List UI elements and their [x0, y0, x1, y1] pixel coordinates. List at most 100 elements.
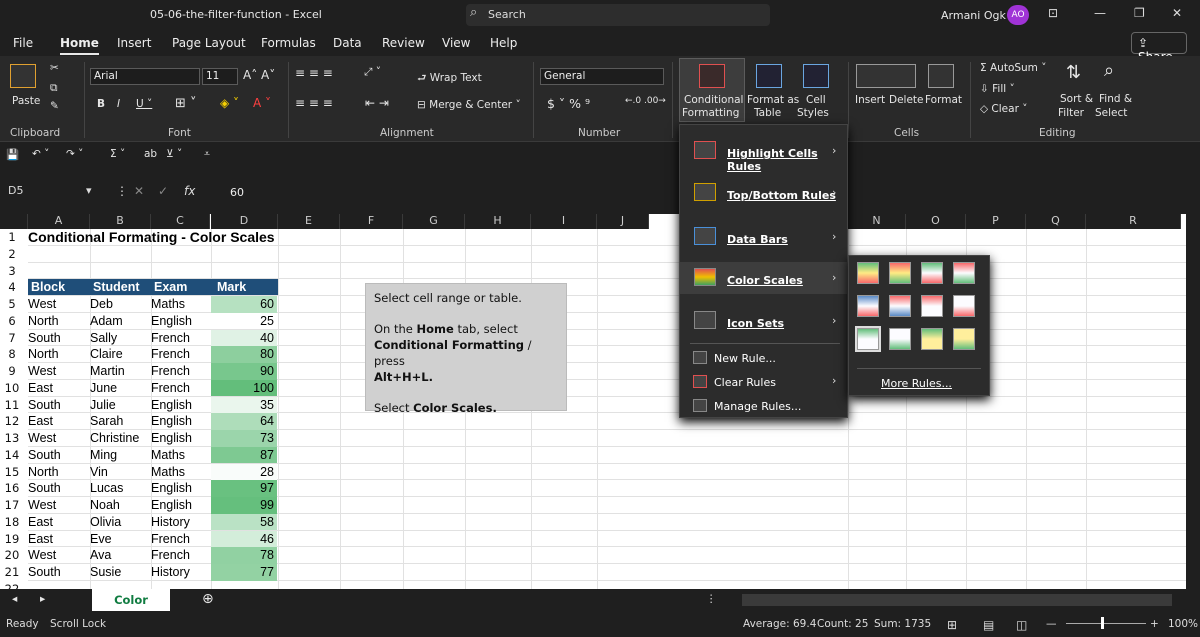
- student-cell[interactable]: Martin: [90, 363, 125, 380]
- student-cell[interactable]: Lucas: [90, 480, 123, 497]
- mark-cell[interactable]: 80: [211, 346, 277, 363]
- zoom-slider[interactable]: [1066, 623, 1146, 624]
- exam-cell[interactable]: Maths: [151, 464, 185, 481]
- tab-view[interactable]: View: [442, 36, 470, 50]
- formula-input[interactable]: 60: [230, 186, 244, 199]
- format-as-table-label-2[interactable]: Table: [754, 107, 781, 119]
- row-header[interactable]: 12: [0, 413, 24, 430]
- block-cell[interactable]: West: [28, 363, 56, 380]
- find-icon[interactable]: ⌕: [1104, 60, 1114, 81]
- sort-filter-icon[interactable]: ⇅: [1066, 62, 1081, 83]
- row-header[interactable]: 4: [0, 279, 24, 296]
- sort-filter-label-2[interactable]: Filter: [1058, 107, 1084, 119]
- exam-cell[interactable]: Maths: [151, 296, 185, 313]
- mark-cell[interactable]: 58: [211, 513, 277, 531]
- tab-home[interactable]: Home: [60, 36, 99, 55]
- color-scale-swatch[interactable]: [953, 295, 975, 317]
- student-cell[interactable]: Christine: [90, 430, 139, 447]
- format-button[interactable]: Format: [925, 94, 962, 106]
- mark-cell[interactable]: 60: [211, 296, 277, 313]
- decimal-icon[interactable]: ←.0 .00→: [625, 96, 666, 106]
- table-header-cell[interactable]: Exam: [151, 279, 211, 296]
- student-cell[interactable]: Ava: [90, 547, 111, 564]
- avatar[interactable]: AO: [1007, 5, 1029, 25]
- exam-cell[interactable]: English: [151, 480, 192, 497]
- menu-clear-rules[interactable]: Clear Rules ›: [680, 371, 847, 393]
- redo-icon[interactable]: ↷ ˅: [66, 148, 83, 160]
- student-cell[interactable]: Claire: [90, 346, 123, 363]
- align-left-icon[interactable]: ≡ ≡ ≡: [295, 96, 333, 110]
- align-top-icon[interactable]: ≡ ≡ ≡: [295, 66, 333, 80]
- table-header-cell[interactable]: Student: [90, 279, 151, 296]
- sheet-tab-color-scales[interactable]: Color Scales: [92, 589, 170, 629]
- page-layout-icon[interactable]: ▤: [983, 618, 994, 632]
- restore-icon[interactable]: ❐: [1134, 6, 1145, 20]
- mark-cell[interactable]: 100: [211, 379, 277, 397]
- student-cell[interactable]: Ming: [90, 447, 117, 464]
- student-cell[interactable]: Olivia: [90, 514, 121, 531]
- paste-icon[interactable]: [10, 64, 36, 88]
- mark-cell[interactable]: 46: [211, 530, 277, 548]
- row-header[interactable]: 15: [0, 463, 24, 481]
- block-cell[interactable]: West: [28, 547, 56, 564]
- format-as-table-label-1[interactable]: Format as: [747, 94, 799, 106]
- exam-cell[interactable]: French: [151, 547, 190, 564]
- tab-review[interactable]: Review: [382, 36, 425, 50]
- column-header[interactable]: P: [966, 214, 1026, 229]
- student-cell[interactable]: Susie: [90, 564, 121, 581]
- block-cell[interactable]: East: [28, 380, 53, 397]
- mark-cell[interactable]: 87: [211, 446, 277, 464]
- row-header[interactable]: 14: [0, 446, 24, 464]
- zoom-level[interactable]: 100%: [1168, 618, 1198, 630]
- insert-button[interactable]: Insert: [855, 94, 885, 106]
- delete-button[interactable]: Delete: [889, 94, 924, 106]
- spelling-icon[interactable]: ab: [144, 148, 157, 160]
- exam-cell[interactable]: French: [151, 330, 190, 347]
- menu-top-bottom-rules[interactable]: Top/Bottom Rules ›: [680, 177, 847, 209]
- student-cell[interactable]: Adam: [90, 313, 123, 330]
- save-icon[interactable]: 💾: [6, 148, 19, 161]
- ribbon-display-icon[interactable]: ⊡: [1048, 6, 1058, 20]
- exam-cell[interactable]: English: [151, 430, 192, 447]
- block-cell[interactable]: West: [28, 296, 56, 313]
- column-header[interactable]: I: [531, 214, 597, 229]
- menu-icon-sets[interactable]: Icon Sets ›: [680, 305, 847, 337]
- block-cell[interactable]: East: [28, 514, 53, 531]
- mark-cell[interactable]: 64: [211, 413, 277, 430]
- number-format-combo[interactable]: General: [540, 68, 664, 85]
- column-header[interactable]: J: [597, 214, 649, 229]
- zoom-in-icon[interactable]: +: [1150, 618, 1159, 630]
- menu-highlight-cells-rules[interactable]: Highlight Cells Rules ›: [680, 135, 847, 173]
- row-header[interactable]: 7: [0, 329, 24, 347]
- menu-new-rule[interactable]: New Rule...: [680, 347, 847, 369]
- row-header[interactable]: 20: [0, 547, 24, 564]
- find-select-label-2[interactable]: Select: [1095, 107, 1127, 119]
- mark-cell[interactable]: 25: [211, 312, 277, 330]
- color-scale-swatch[interactable]: [889, 262, 911, 284]
- cell-styles-label-2[interactable]: Styles: [797, 107, 829, 119]
- add-sheet-icon[interactable]: ⊕: [202, 591, 214, 607]
- exam-cell[interactable]: French: [151, 363, 190, 380]
- block-cell[interactable]: North: [28, 464, 59, 481]
- mark-cell[interactable]: 97: [211, 480, 277, 497]
- color-scale-swatch[interactable]: [857, 262, 879, 284]
- italic-button[interactable]: I: [117, 98, 120, 110]
- exam-cell[interactable]: History: [151, 514, 190, 531]
- column-header[interactable]: H: [465, 214, 531, 229]
- student-cell[interactable]: Noah: [90, 497, 120, 514]
- block-cell[interactable]: South: [28, 330, 61, 347]
- tab-file[interactable]: File: [13, 36, 33, 50]
- page-break-icon[interactable]: ◫: [1016, 618, 1027, 632]
- exam-cell[interactable]: French: [151, 531, 190, 548]
- row-header[interactable]: 13: [0, 430, 24, 447]
- block-cell[interactable]: North: [28, 313, 59, 330]
- student-cell[interactable]: Sarah: [90, 413, 123, 430]
- currency-icon[interactable]: $ ˅ % ⁹: [547, 96, 590, 111]
- fill-button[interactable]: ⇩ Fill ˅: [980, 83, 1015, 95]
- copy-icon[interactable]: ⧉: [50, 82, 58, 95]
- format-cells-icon[interactable]: [928, 64, 954, 88]
- sheet-title[interactable]: Conditional Formating - Color Scales: [28, 229, 275, 246]
- block-cell[interactable]: West: [28, 497, 56, 514]
- table-header-cell[interactable]: Mark: [211, 279, 278, 296]
- color-scale-swatch[interactable]: [953, 262, 975, 284]
